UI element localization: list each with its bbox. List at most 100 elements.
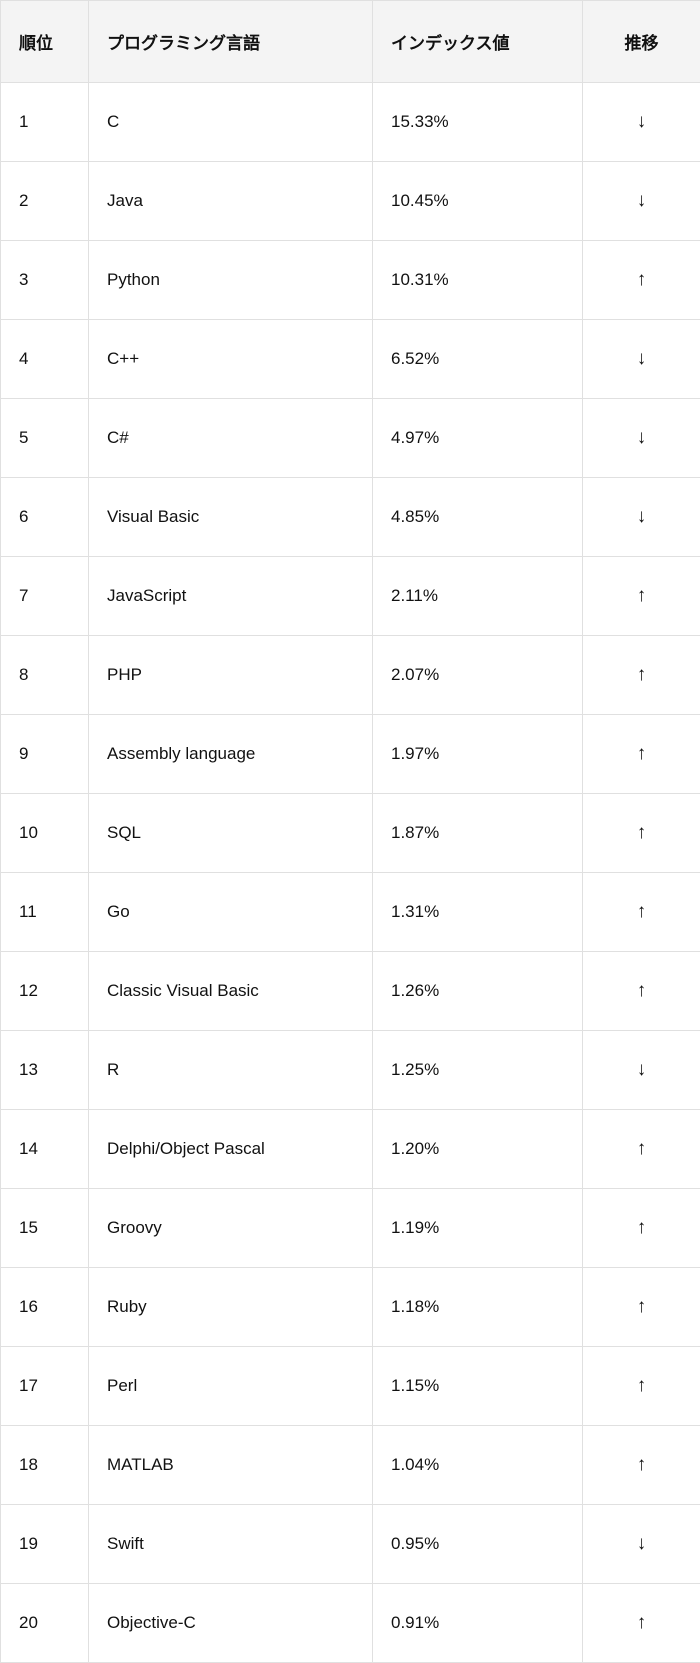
- cell-language: Groovy: [89, 1189, 373, 1268]
- table-row: 2Java10.45%↓: [1, 162, 700, 241]
- arrow-down-icon: ↓: [583, 1505, 700, 1584]
- cell-language: Visual Basic: [89, 478, 373, 557]
- table-row: 10SQL1.87%↑: [1, 794, 700, 873]
- header-index: インデックス値: [373, 1, 583, 83]
- arrow-up-icon: ↑: [583, 1426, 700, 1505]
- arrow-up-icon: ↑: [583, 794, 700, 873]
- cell-rank: 11: [1, 873, 89, 952]
- cell-rank: 7: [1, 557, 89, 636]
- cell-language: PHP: [89, 636, 373, 715]
- cell-rank: 19: [1, 1505, 89, 1584]
- cell-language: Ruby: [89, 1268, 373, 1347]
- cell-language: C: [89, 83, 373, 162]
- cell-rank: 8: [1, 636, 89, 715]
- cell-rank: 18: [1, 1426, 89, 1505]
- arrow-up-icon: ↑: [583, 557, 700, 636]
- cell-rank: 17: [1, 1347, 89, 1426]
- cell-index: 1.20%: [373, 1110, 583, 1189]
- cell-index: 4.85%: [373, 478, 583, 557]
- cell-language: Go: [89, 873, 373, 952]
- arrow-up-icon: ↑: [583, 715, 700, 794]
- table-row: 9Assembly language1.97%↑: [1, 715, 700, 794]
- cell-rank: 15: [1, 1189, 89, 1268]
- cell-index: 1.18%: [373, 1268, 583, 1347]
- table-row: 18MATLAB1.04%↑: [1, 1426, 700, 1505]
- cell-language: Java: [89, 162, 373, 241]
- cell-index: 4.97%: [373, 399, 583, 478]
- arrow-down-icon: ↓: [583, 162, 700, 241]
- table-row: 19Swift0.95%↓: [1, 1505, 700, 1584]
- cell-rank: 10: [1, 794, 89, 873]
- arrow-up-icon: ↑: [583, 952, 700, 1031]
- cell-rank: 20: [1, 1584, 89, 1663]
- arrow-up-icon: ↑: [583, 1347, 700, 1426]
- cell-language: Classic Visual Basic: [89, 952, 373, 1031]
- cell-index: 15.33%: [373, 83, 583, 162]
- cell-index: 1.87%: [373, 794, 583, 873]
- cell-index: 0.91%: [373, 1584, 583, 1663]
- arrow-up-icon: ↑: [583, 636, 700, 715]
- cell-language: C++: [89, 320, 373, 399]
- cell-rank: 4: [1, 320, 89, 399]
- table-row: 13R1.25%↓: [1, 1031, 700, 1110]
- cell-language: MATLAB: [89, 1426, 373, 1505]
- header-rank: 順位: [1, 1, 89, 83]
- cell-index: 1.31%: [373, 873, 583, 952]
- table-header-row: 順位 プログラミング言語 インデックス値 推移: [1, 1, 700, 83]
- table-row: 12Classic Visual Basic1.26%↑: [1, 952, 700, 1031]
- cell-index: 0.95%: [373, 1505, 583, 1584]
- header-trend: 推移: [583, 1, 700, 83]
- cell-index: 6.52%: [373, 320, 583, 399]
- arrow-down-icon: ↓: [583, 1031, 700, 1110]
- table-row: 16Ruby1.18%↑: [1, 1268, 700, 1347]
- arrow-down-icon: ↓: [583, 83, 700, 162]
- cell-index: 2.07%: [373, 636, 583, 715]
- arrow-down-icon: ↓: [583, 478, 700, 557]
- cell-rank: 13: [1, 1031, 89, 1110]
- table-row: 20Objective-C0.91%↑: [1, 1584, 700, 1663]
- cell-index: 10.45%: [373, 162, 583, 241]
- table-row: 14Delphi/Object Pascal1.20%↑: [1, 1110, 700, 1189]
- cell-rank: 9: [1, 715, 89, 794]
- arrow-up-icon: ↑: [583, 241, 700, 320]
- cell-rank: 14: [1, 1110, 89, 1189]
- ranking-table: 順位 プログラミング言語 インデックス値 推移 1C15.33%↓2Java10…: [0, 0, 700, 1663]
- table-row: 4C++6.52%↓: [1, 320, 700, 399]
- arrow-up-icon: ↑: [583, 1268, 700, 1347]
- cell-language: JavaScript: [89, 557, 373, 636]
- header-language: プログラミング言語: [89, 1, 373, 83]
- arrow-up-icon: ↑: [583, 1584, 700, 1663]
- cell-index: 1.97%: [373, 715, 583, 794]
- cell-rank: 5: [1, 399, 89, 478]
- cell-rank: 6: [1, 478, 89, 557]
- cell-language: R: [89, 1031, 373, 1110]
- arrow-down-icon: ↓: [583, 320, 700, 399]
- cell-language: Swift: [89, 1505, 373, 1584]
- cell-rank: 2: [1, 162, 89, 241]
- cell-language: Objective-C: [89, 1584, 373, 1663]
- cell-index: 1.15%: [373, 1347, 583, 1426]
- table-row: 15Groovy1.19%↑: [1, 1189, 700, 1268]
- cell-index: 1.19%: [373, 1189, 583, 1268]
- table-row: 8PHP2.07%↑: [1, 636, 700, 715]
- cell-index: 1.25%: [373, 1031, 583, 1110]
- cell-index: 2.11%: [373, 557, 583, 636]
- cell-language: Assembly language: [89, 715, 373, 794]
- cell-rank: 16: [1, 1268, 89, 1347]
- table-row: 7JavaScript2.11%↑: [1, 557, 700, 636]
- cell-rank: 1: [1, 83, 89, 162]
- cell-index: 1.26%: [373, 952, 583, 1031]
- cell-index: 10.31%: [373, 241, 583, 320]
- arrow-up-icon: ↑: [583, 873, 700, 952]
- cell-language: Python: [89, 241, 373, 320]
- table-row: 17Perl1.15%↑: [1, 1347, 700, 1426]
- arrow-up-icon: ↑: [583, 1110, 700, 1189]
- cell-index: 1.04%: [373, 1426, 583, 1505]
- cell-language: Delphi/Object Pascal: [89, 1110, 373, 1189]
- arrow-down-icon: ↓: [583, 399, 700, 478]
- table-row: 1C15.33%↓: [1, 83, 700, 162]
- cell-language: C#: [89, 399, 373, 478]
- cell-rank: 12: [1, 952, 89, 1031]
- cell-rank: 3: [1, 241, 89, 320]
- arrow-up-icon: ↑: [583, 1189, 700, 1268]
